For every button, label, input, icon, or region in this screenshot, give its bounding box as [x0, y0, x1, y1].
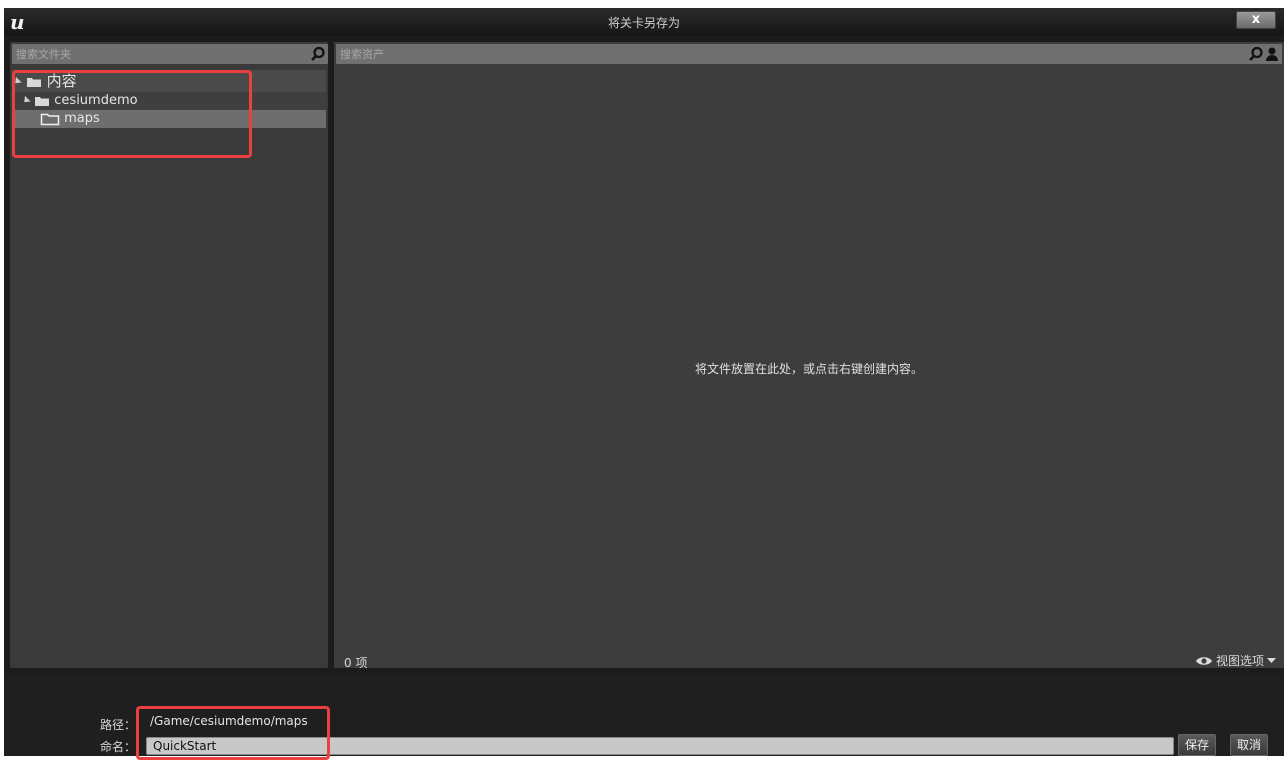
- asset-search-input[interactable]: [336, 44, 1282, 64]
- expand-arrow-icon[interactable]: [12, 76, 22, 87]
- name-label: 命名：: [100, 740, 137, 754]
- tree-item-cesiumdemo[interactable]: cesiumdemo: [12, 92, 326, 110]
- view-options-button[interactable]: 视图选项: [1195, 652, 1276, 669]
- title-bar[interactable]: u 将关卡另存为 x: [4, 8, 1284, 36]
- path-label: 路径：: [100, 718, 137, 732]
- save-level-dialog: u 将关卡另存为 x 内容: [4, 8, 1284, 756]
- search-icon[interactable]: [310, 46, 326, 62]
- cancel-button[interactable]: 取消: [1230, 734, 1269, 756]
- view-options-label: 视图选项: [1215, 654, 1264, 668]
- close-button[interactable]: x: [1236, 11, 1276, 29]
- search-icon[interactable]: [1248, 46, 1264, 62]
- item-count: 0 项: [344, 656, 368, 670]
- chevron-down-icon: [1267, 657, 1276, 663]
- tree-item-maps[interactable]: maps: [12, 110, 326, 128]
- asset-panel[interactable]: 将文件放置在此处，或点击右键创建内容。 0 项 视图选项: [334, 42, 1284, 670]
- folder-search-input[interactable]: [12, 44, 328, 64]
- name-input[interactable]: [147, 738, 1173, 754]
- path-value: /Game/cesiumdemo/maps: [150, 714, 308, 728]
- save-button[interactable]: 保存: [1178, 734, 1217, 756]
- folder-panel: 内容 cesiumdemo maps: [10, 42, 328, 668]
- asset-search-box: [336, 44, 1282, 64]
- expand-arrow-icon[interactable]: [21, 95, 31, 106]
- tree-item-label: 内容: [46, 72, 77, 90]
- folder-search-box: [12, 44, 328, 64]
- folder-icon: [40, 113, 60, 125]
- tree-item-content[interactable]: 内容: [12, 70, 326, 92]
- user-icon[interactable]: [1264, 46, 1280, 62]
- window-title: 将关卡另存为: [607, 16, 680, 30]
- folder-tree: 内容 cesiumdemo maps: [12, 70, 326, 128]
- name-field: [146, 737, 1174, 755]
- tree-item-label: cesiumdemo: [54, 93, 138, 108]
- folder-open-icon: [26, 77, 41, 87]
- eye-icon: [1195, 656, 1212, 665]
- folder-open-icon: [35, 96, 50, 106]
- empty-folder-message: 将文件放置在此处，或点击右键创建内容。: [694, 362, 923, 376]
- tree-item-label: maps: [64, 111, 100, 126]
- save-footer: 路径： /Game/cesiumdemo/maps 命名： 保存 取消: [4, 674, 1284, 756]
